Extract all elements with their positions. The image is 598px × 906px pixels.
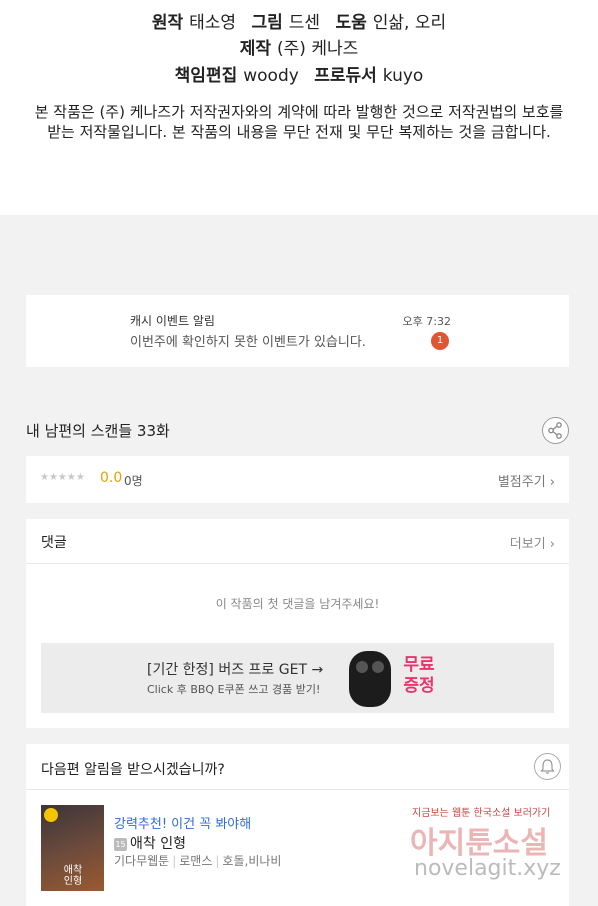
rating-stars: ★★★★★ bbox=[40, 472, 85, 483]
notification-body: 이번주에 확인하지 못한 이벤트가 있습니다. bbox=[130, 335, 366, 350]
producer: kuyo bbox=[382, 66, 424, 86]
artist: 드센 bbox=[288, 13, 321, 33]
producer-label: 프로듀서 bbox=[314, 66, 377, 86]
recommended-work-title[interactable]: 15 애착 인형 bbox=[114, 833, 186, 853]
next-section-divider bbox=[26, 789, 569, 790]
assistants: 인삶, 오리 bbox=[372, 13, 447, 33]
assist-label: 도움 bbox=[335, 13, 367, 33]
work-tags: 기다무웹툰 | 로맨스 | 호돌,비나비 bbox=[114, 854, 282, 868]
rating-score: 0.0 bbox=[100, 470, 123, 486]
cash-event-notification[interactable]: 캐시 이벤트 알림 이번주에 확인하지 못한 이벤트가 있습니다. 오후 7:3… bbox=[26, 295, 569, 367]
tag-item: 호돌,비나비 bbox=[222, 854, 282, 868]
share-button[interactable] bbox=[542, 417, 569, 444]
credits-section: 원작 태소영 그림 드센 도움 인삶, 오리 제작 (주) 케나즈 책임편집 woody … bbox=[0, 0, 598, 215]
credit-line-authors: 원작 태소영 그림 드센 도움 인삶, 오리 bbox=[0, 12, 598, 34]
original-label: 원작 bbox=[151, 13, 184, 33]
notification-title: 캐시 이벤트 알림 bbox=[130, 314, 215, 328]
tag-item: 기다무웹툰 bbox=[114, 854, 170, 868]
site-watermark: 지금보는 웹툰 한국소설 보러가기 아지툰소설 novelagit.xyz bbox=[410, 804, 580, 884]
copyright-line-1: 본 작품은 (주) 케나즈가 저작권자와의 계약에 따라 발행한 것으로 저작권… bbox=[34, 103, 564, 121]
recommended-thumbnail[interactable]: 애착인형 bbox=[41, 805, 104, 891]
notify-button[interactable] bbox=[534, 753, 561, 780]
comments-empty-message: 이 작품의 첫 댓글을 남겨주세요! bbox=[215, 597, 380, 611]
clock-icon bbox=[44, 808, 58, 822]
watermark-small-text: 지금보는 웹툰 한국소설 보러가기 bbox=[412, 808, 551, 819]
art-label: 그림 bbox=[251, 13, 283, 33]
rate-button[interactable]: 별점주기 › bbox=[498, 471, 555, 490]
credit-line-editors: 책임편집 woody 프로듀서 kuyo bbox=[0, 65, 598, 87]
original-author: 태소영 bbox=[189, 13, 237, 33]
comments-title: 댓글 bbox=[41, 535, 67, 551]
comments-more-link[interactable]: 더보기 › bbox=[510, 533, 555, 552]
editor-label: 책임편집 bbox=[174, 66, 238, 86]
work-title-text: 애착 인형 bbox=[130, 836, 186, 852]
comments-header: 댓글 더보기 › bbox=[26, 519, 569, 564]
tag-item: 로맨스 bbox=[179, 854, 213, 868]
promo-banner[interactable]: [기간 한정] 버즈 프로 GET → Click 후 BBQ E쿠폰 쓰고 경… bbox=[41, 643, 554, 713]
free-badge-line-2: 증정 bbox=[403, 676, 435, 696]
age-rating-badge: 15 bbox=[114, 837, 127, 851]
promo-subtext: Click 후 BBQ E쿠폰 쓰고 경품 받기! bbox=[147, 683, 321, 696]
production-company: (주) 케나즈 bbox=[277, 39, 359, 59]
episode-title: 내 남편의 스캔들 33화 bbox=[26, 422, 170, 440]
share-icon bbox=[548, 422, 562, 439]
earbuds-image bbox=[349, 651, 391, 707]
production-label: 제작 bbox=[239, 39, 272, 59]
watermark-url: novelagit.xyz bbox=[414, 856, 561, 881]
free-gift-badge: 무료 증정 bbox=[395, 655, 443, 697]
promo-headline: [기간 한정] 버즈 프로 GET → bbox=[147, 662, 324, 678]
comments-section: 댓글 더보기 › 이 작품의 첫 댓글을 남겨주세요! [기간 한정] 버즈 프… bbox=[26, 519, 569, 728]
bell-icon bbox=[540, 759, 555, 774]
free-badge-line-1: 무료 bbox=[403, 655, 435, 675]
credit-line-production: 제작 (주) 케나즈 bbox=[0, 38, 598, 60]
editor: woody bbox=[243, 66, 299, 86]
notification-time: 오후 7:32 bbox=[402, 315, 451, 328]
copyright-notice: 본 작품은 (주) 케나즈가 저작권자와의 계약에 따라 발행한 것으로 저작권… bbox=[20, 102, 578, 142]
recommend-label[interactable]: 강력추천! 이건 꼭 봐야해 bbox=[114, 813, 251, 832]
next-episode-question: 다음편 알림을 받으시겠습니까? bbox=[41, 762, 225, 778]
thumbnail-title: 애착인형 bbox=[63, 865, 83, 887]
rating-bar: ★★★★★ 0.0 0명 별점주기 › bbox=[26, 456, 569, 503]
rating-count: 0명 bbox=[124, 474, 143, 488]
notification-count-badge: 1 bbox=[431, 332, 449, 350]
copyright-line-2: 받는 저작물입니다. 본 작품의 내용을 무단 전재 및 무단 복제하는 것을 … bbox=[47, 123, 551, 141]
